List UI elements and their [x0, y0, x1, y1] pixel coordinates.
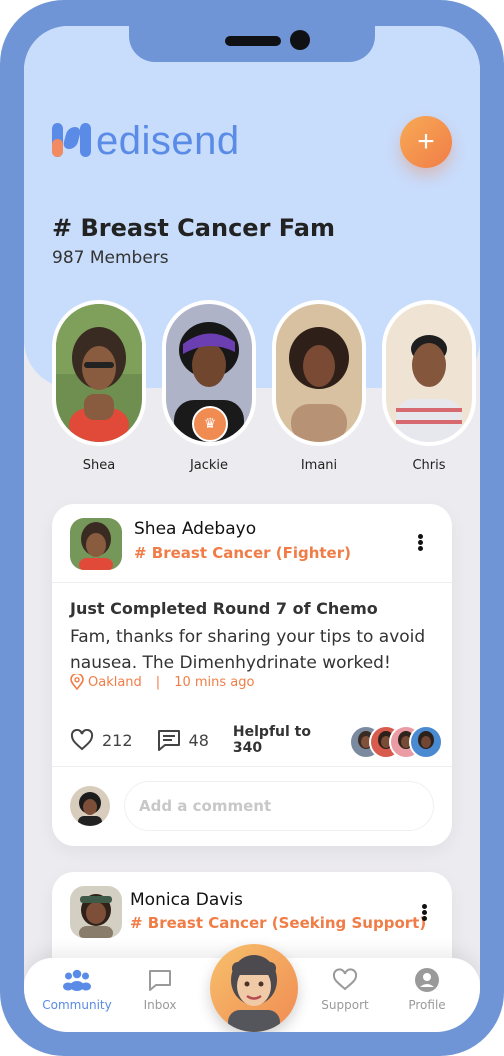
author-avatar[interactable] — [70, 518, 122, 570]
helpful-avatars[interactable] — [349, 725, 444, 759]
post-meta: Oakland | 10 mins ago — [70, 674, 254, 690]
post-title: Just Completed Round 7 of Chemo — [70, 599, 378, 618]
crown-icon: ♛ — [192, 406, 228, 442]
tab-label: Profile — [408, 998, 446, 1012]
add-post-button[interactable]: + — [400, 116, 452, 168]
tab-label: Community — [42, 998, 112, 1012]
app-screen: edisend + # Breast Cancer Fam 987 Member… — [24, 26, 480, 1032]
avatar — [276, 304, 362, 442]
tab-community[interactable]: Community — [42, 966, 112, 1012]
author-avatar[interactable] — [70, 886, 122, 938]
post-time: 10 mins ago — [174, 674, 255, 690]
app-logo: edisend — [52, 121, 240, 161]
more-options-icon[interactable] — [422, 904, 428, 922]
tab-label: Inbox — [143, 998, 177, 1012]
front-camera — [290, 30, 310, 50]
helpful-count: Helpful to 340 — [232, 724, 311, 756]
story-name: Chris — [412, 458, 446, 473]
story-carousel: Shea ♛ Jackie Imani Chris — [52, 300, 480, 480]
group-title: # Breast Cancer Fam — [52, 214, 335, 242]
heart-icon — [70, 729, 94, 751]
author-photo — [70, 518, 122, 570]
like-button[interactable]: 212 — [70, 729, 133, 751]
location-pin-icon — [70, 674, 84, 690]
brand-name: edisend — [96, 119, 240, 163]
story-ring — [272, 300, 366, 446]
assistant-avatar-button[interactable] — [210, 944, 298, 1032]
avatar — [386, 304, 472, 442]
author-photo — [70, 886, 122, 938]
mini-avatar — [409, 725, 444, 759]
comment-count: 48 — [188, 730, 209, 750]
story-name: Jackie — [189, 458, 229, 473]
tab-inbox[interactable]: Inbox — [125, 966, 195, 1012]
current-user-avatar — [70, 786, 110, 826]
story-chris[interactable]: Chris — [382, 300, 476, 473]
more-options-icon[interactable] — [418, 534, 424, 552]
community-icon — [63, 969, 91, 991]
tab-label: Support — [321, 998, 369, 1012]
story-ring — [382, 300, 476, 446]
story-ring: ♛ — [162, 300, 256, 446]
avatar — [56, 304, 142, 442]
person-photo — [386, 304, 472, 442]
like-count: 212 — [102, 730, 133, 750]
divider — [52, 766, 452, 767]
tab-profile[interactable]: Profile — [392, 966, 462, 1012]
profile-icon — [415, 968, 439, 992]
support-heart-icon — [332, 968, 358, 991]
author-name[interactable]: Monica Davis — [130, 890, 243, 910]
post-card: Shea Adebayo # Breast Cancer (Fighter) J… — [52, 504, 452, 846]
story-name: Shea — [82, 458, 116, 473]
comment-button[interactable]: 48 — [157, 729, 209, 751]
story-jackie[interactable]: ♛ Jackie — [162, 300, 256, 473]
comment-icon — [157, 730, 180, 751]
logo-mark-icon — [52, 121, 92, 161]
divider — [52, 582, 452, 583]
story-imani[interactable]: Imani — [272, 300, 366, 473]
device-notch — [129, 26, 375, 62]
tab-support[interactable]: Support — [310, 966, 380, 1012]
inbox-icon — [149, 970, 171, 991]
person-photo — [276, 304, 362, 442]
meta-separator: | — [155, 674, 161, 690]
member-count: 987 Members — [52, 248, 169, 268]
post-location[interactable]: Oakland — [88, 675, 142, 690]
story-ring — [52, 300, 146, 446]
speaker — [225, 36, 281, 46]
comment-input[interactable]: Add a comment — [124, 781, 434, 831]
assistant-avatar — [228, 955, 280, 1032]
person-photo — [56, 304, 142, 442]
post-actions: 212 48 Helpful to 340 — [70, 724, 444, 759]
post-body: Fam, thanks for sharing your tips to avo… — [70, 627, 426, 673]
author-name[interactable]: Shea Adebayo — [134, 519, 256, 539]
story-shea[interactable]: Shea — [52, 300, 146, 473]
author-tag[interactable]: # Breast Cancer (Seeking Support) — [130, 914, 426, 932]
story-name: Imani — [300, 458, 338, 473]
phone-frame: edisend + # Breast Cancer Fam 987 Member… — [0, 0, 504, 1056]
author-tag[interactable]: # Breast Cancer (Fighter) — [134, 544, 351, 562]
